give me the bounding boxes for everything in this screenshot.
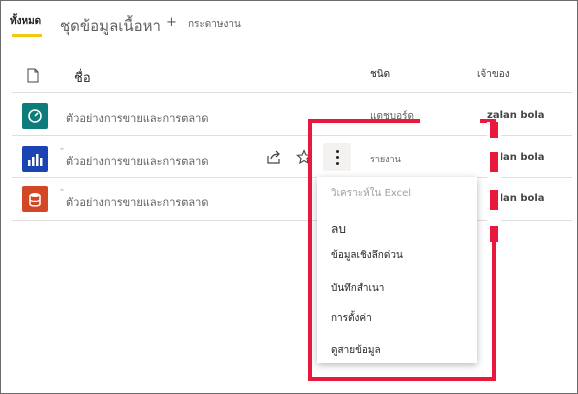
highlight-box <box>308 119 496 381</box>
dashboard-icon <box>22 103 48 129</box>
column-header-type[interactable]: ชนิด <box>370 67 390 82</box>
column-header-owner[interactable]: เจ้าของ <box>477 67 510 82</box>
tab-datasets[interactable]: ชุดข้อมูลเนื้อหา <box>60 14 161 38</box>
item-name[interactable]: ตัวอย่างการขายและการตลาด <box>66 152 209 170</box>
dataset-icon <box>22 186 48 212</box>
highlight-gap <box>420 114 480 124</box>
item-name[interactable]: ตัวอย่างการขายและการตลาด <box>66 109 209 127</box>
header-divider <box>12 92 572 93</box>
active-tab-indicator <box>12 34 42 37</box>
report-icon <box>22 146 48 172</box>
add-tab-button[interactable]: + <box>166 15 177 30</box>
column-header-name[interactable]: ชื่อ <box>74 67 91 88</box>
tab-workbooks[interactable]: กระดาษงาน <box>188 17 241 32</box>
highlight-dash <box>490 226 498 242</box>
share-icon[interactable] <box>266 149 282 165</box>
highlight-dash <box>490 122 498 138</box>
highlight-gap <box>487 122 501 242</box>
file-icon <box>27 68 39 83</box>
highlight-dash <box>490 152 498 172</box>
highlight-dash <box>490 190 498 210</box>
tab-all[interactable]: ทั้งหมด <box>10 14 41 29</box>
item-name[interactable]: ตัวอย่างการขายและการตลาด <box>66 193 209 211</box>
